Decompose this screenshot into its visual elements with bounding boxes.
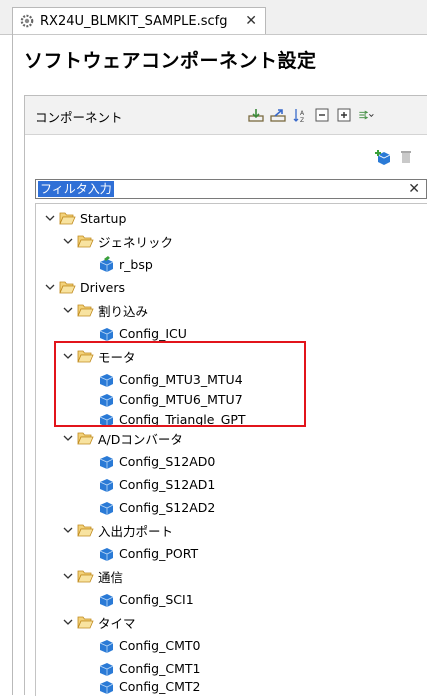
tree-leaf-label: Config_CMT1 [119, 660, 201, 676]
tree-node-label: タイマ [98, 615, 136, 631]
tree-leaf-label: Config_CMT2 [119, 678, 201, 694]
component-cube-icon [98, 325, 114, 341]
component-cube-icon [98, 499, 114, 515]
close-icon[interactable]: ✕ [245, 13, 257, 29]
folder-open-icon [77, 570, 94, 583]
remove-component-icon[interactable] [397, 149, 413, 165]
tree-node-ad-converter[interactable]: A/Dコンバータ [62, 428, 183, 448]
view-menu-icon[interactable] [358, 107, 374, 123]
editor-frame-border [12, 34, 13, 695]
component-toolbar: AZ [248, 107, 374, 123]
editor-tab[interactable]: RX24U_BLMKIT_SAMPLE.scfg ✕ [12, 7, 266, 34]
tree-node-io-port[interactable]: 入出力ポート [62, 520, 173, 540]
folder-open-icon [77, 304, 94, 317]
import-component-icon[interactable] [248, 107, 264, 123]
clear-filter-icon[interactable]: ✕ [408, 180, 420, 198]
component-cube-icon [98, 678, 114, 694]
component-panel-header: コンポーネント AZ [25, 96, 427, 135]
expand-all-icon[interactable] [336, 107, 352, 123]
folder-open-icon [77, 432, 94, 445]
tree-node-label: 割り込み [98, 303, 149, 319]
svg-text:Z: Z [300, 117, 304, 123]
export-component-icon[interactable] [270, 107, 286, 123]
chevron-down-icon[interactable] [62, 616, 74, 628]
component-cube-icon [98, 453, 114, 469]
chevron-down-icon[interactable] [44, 212, 56, 224]
tree-node-generic[interactable]: ジェネリック [62, 231, 173, 251]
component-cube-icon [98, 256, 114, 272]
folder-open-icon [77, 235, 94, 248]
component-cube-icon [98, 545, 114, 561]
tree-node-timer[interactable]: タイマ [62, 612, 136, 632]
tree-leaf-config-icu[interactable]: Config_ICU [98, 323, 187, 343]
folder-open-icon [59, 212, 76, 225]
tree-leaf-config-port[interactable]: Config_PORT [98, 543, 198, 563]
tree-node-label: 通信 [98, 569, 124, 585]
chevron-down-icon[interactable] [62, 432, 74, 444]
tree-node-startup[interactable]: Startup [44, 208, 126, 228]
tree-leaf-label: Config_ICU [119, 325, 187, 341]
component-sub-toolbar [375, 149, 413, 165]
tree-node-label: ジェネリック [98, 234, 174, 250]
tree-leaf-label: r_bsp [119, 256, 153, 272]
tree-leaf-label: Config_CMT0 [119, 637, 201, 653]
svg-text:A: A [300, 110, 305, 117]
motor-highlight-box [54, 341, 306, 427]
component-panel-title: コンポーネント [35, 110, 123, 125]
tree-leaf-label: Config_S12AD1 [119, 476, 216, 492]
filter-input[interactable]: フィルタ入力 ✕ [35, 179, 427, 199]
tree-leaf-label: Config_SCI1 [119, 591, 194, 607]
tree-node-label: Startup [80, 210, 127, 226]
tree-node-interrupt[interactable]: 割り込み [62, 300, 148, 320]
chevron-down-icon[interactable] [44, 281, 56, 293]
add-component-icon[interactable] [375, 149, 391, 165]
tree-leaf-label: Config_S12AD0 [119, 453, 216, 469]
chevron-down-icon[interactable] [62, 524, 74, 536]
component-cube-icon [98, 476, 114, 492]
editor-tab-strip: RX24U_BLMKIT_SAMPLE.scfg ✕ [0, 0, 427, 35]
folder-open-icon [77, 524, 94, 537]
tree-node-communication[interactable]: 通信 [62, 566, 123, 586]
tree-leaf-config-s12ad1[interactable]: Config_S12AD1 [98, 474, 215, 494]
tree-node-drivers[interactable]: Drivers [44, 277, 125, 297]
folder-open-icon [77, 616, 94, 629]
tree-leaf-config-cmt1[interactable]: Config_CMT1 [98, 658, 200, 678]
chevron-down-icon[interactable] [62, 235, 74, 247]
tree-leaf-config-s12ad2[interactable]: Config_S12AD2 [98, 497, 215, 517]
collapse-all-icon[interactable] [314, 107, 330, 123]
tree-leaf-config-s12ad0[interactable]: Config_S12AD0 [98, 451, 215, 471]
tree-leaf-label: Config_PORT [119, 545, 199, 561]
chevron-down-icon[interactable] [62, 304, 74, 316]
tree-leaf-config-cmt2[interactable]: Config_CMT2 [98, 676, 200, 696]
editor-tab-title: RX24U_BLMKIT_SAMPLE.scfg [40, 13, 228, 29]
tree-node-label: Drivers [80, 279, 125, 295]
page-title: ソフトウェアコンポーネント設定 [24, 50, 317, 72]
tree-node-label: 入出力ポート [98, 523, 174, 539]
filter-input-text: フィルタ入力 [38, 181, 114, 197]
component-cube-icon [98, 637, 114, 653]
chevron-down-icon[interactable] [62, 570, 74, 582]
gear-icon [19, 13, 35, 29]
tree-node-label: A/Dコンバータ [98, 431, 183, 447]
tree-leaf-label: Config_S12AD2 [119, 499, 216, 515]
component-cube-icon [98, 660, 114, 676]
folder-open-icon [59, 281, 76, 294]
sort-icon[interactable]: AZ [292, 107, 308, 123]
tree-leaf-config-sci1[interactable]: Config_SCI1 [98, 589, 194, 609]
component-cube-icon [98, 591, 114, 607]
tree-leaf-r-bsp[interactable]: r_bsp [98, 254, 153, 274]
tree-leaf-config-cmt0[interactable]: Config_CMT0 [98, 635, 200, 655]
